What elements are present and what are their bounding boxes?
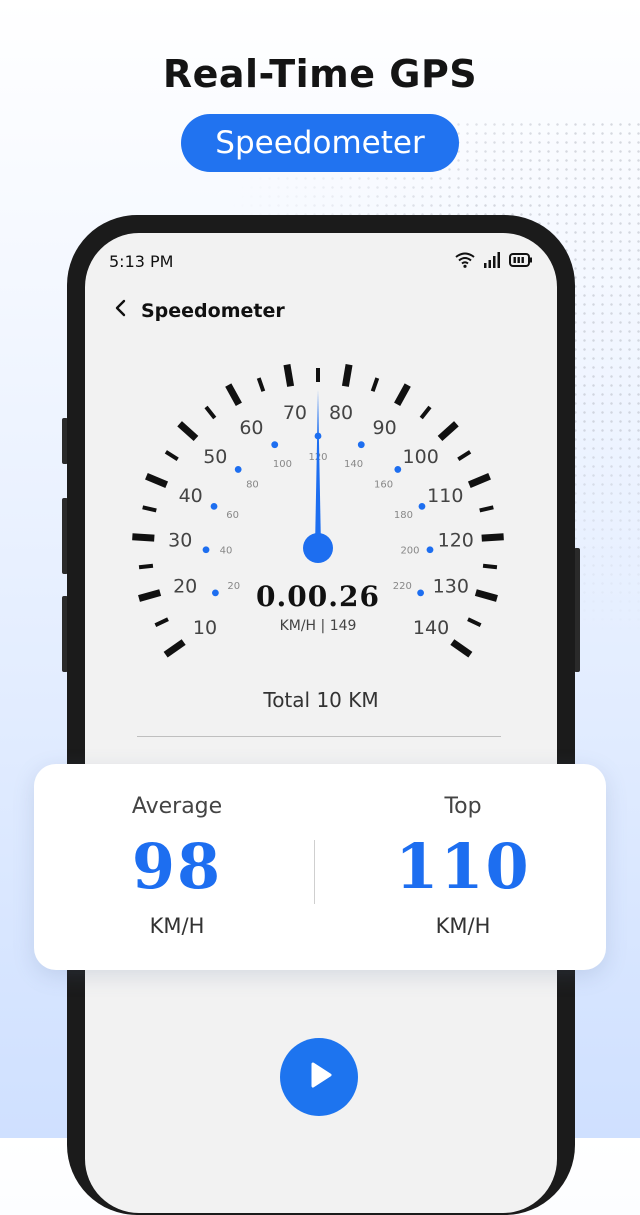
gauge-inner-dot (210, 502, 218, 510)
gauge-inner-label: 160 (374, 479, 393, 490)
gauge-inner-dot (417, 589, 425, 597)
gauge-outer-label: 100 (403, 446, 439, 468)
gauge-tick (394, 383, 411, 407)
gauge-tick (138, 563, 154, 570)
average-stat: Average 98 KM/H (34, 764, 320, 970)
speedometer-pill: Speedometer (181, 114, 459, 172)
gauge-tick (479, 505, 494, 513)
average-unit: KM/H (149, 914, 205, 938)
battery-icon (509, 252, 533, 272)
gauge-tick (177, 421, 199, 442)
gauge-tick (138, 589, 162, 602)
gauge-inner-label: 40 (220, 545, 233, 556)
average-label: Average (131, 794, 223, 819)
gauge-outer-label: 140 (413, 617, 449, 639)
gauge-inner-dot (394, 466, 402, 473)
gauge-tick (467, 473, 491, 488)
gauge-tick (457, 450, 472, 461)
gauge-outer-label: 50 (203, 446, 227, 468)
speedometer-gauge: 10203040506070 80901001101201301402040608… (132, 364, 504, 658)
gauge-tick (341, 364, 353, 387)
gauge-tick (132, 533, 155, 542)
gauge-inner-label: 20 (227, 581, 240, 592)
gauge-inner-dot (426, 546, 434, 554)
gauge-tick (163, 639, 186, 658)
divider (137, 736, 501, 737)
gauge-inner-label: 100 (273, 459, 292, 470)
gauge-inner-dot (211, 589, 219, 597)
stats-card: Average 98 KM/H Top 110 KM/H (34, 764, 606, 970)
gauge-tick (204, 405, 217, 420)
gauge-inner-dot (271, 441, 279, 449)
gauge-outer-label: 60 (239, 417, 263, 439)
gauge-tick (467, 617, 482, 627)
gauge-tick (154, 617, 169, 627)
gauge-inner-dot (418, 502, 426, 510)
play-icon (302, 1058, 336, 1096)
gauge-outer-label: 10 (193, 617, 217, 639)
gauge-unit-line: KM/H | 149 (280, 618, 357, 634)
total-distance: Total 10 KM (263, 688, 379, 712)
gauge-inner-dot (234, 466, 242, 473)
gauge-needle (315, 390, 321, 548)
gauge-inner-label: 60 (226, 510, 239, 521)
gauge-needle-hub (303, 533, 333, 563)
gauge-outer-label: 80 (329, 402, 353, 424)
wifi-icon (455, 252, 475, 272)
gauge-inner-label: 80 (246, 479, 259, 490)
chevron-left-icon[interactable] (115, 299, 127, 322)
gauge-inner-label: 200 (400, 545, 419, 556)
gauge-tick (482, 563, 498, 570)
signal-icon (483, 252, 501, 272)
gauge-outer-label: 120 (438, 530, 474, 552)
gauge-inner-label: 220 (393, 581, 412, 592)
gauge-inner-label: 140 (344, 459, 363, 470)
stats-separator (314, 840, 315, 904)
gauge-tick (145, 473, 169, 488)
gauge-outer-label: 40 (179, 485, 203, 507)
gauge-inner-dot (202, 546, 210, 554)
gauge-outer-label: 20 (173, 576, 197, 598)
gauge-tick (142, 505, 157, 513)
top-unit: KM/H (435, 914, 491, 938)
top-value: 110 (395, 830, 531, 903)
status-time: 5:13 PM (109, 252, 174, 271)
gauge-outer-label: 30 (168, 530, 192, 552)
gauge-tick (450, 639, 473, 658)
gauge-tick (437, 421, 459, 442)
play-button[interactable] (280, 1038, 358, 1116)
status-icons (455, 252, 533, 272)
top-label: Top (444, 794, 482, 819)
gauge-inner-label: 180 (394, 510, 413, 521)
gauge-outer-label: 110 (427, 485, 463, 507)
gauge-tick (283, 364, 295, 387)
top-nav: Speedometer (115, 299, 285, 322)
gauge-tick (164, 450, 179, 461)
top-stat: Top 110 KM/H (320, 764, 606, 970)
gauge-tick (419, 405, 432, 420)
gauge-tick (256, 377, 266, 392)
gauge-inner-dot (357, 441, 365, 449)
gauge-outer-label: 90 (372, 417, 396, 439)
nav-title: Speedometer (141, 299, 285, 322)
gauge-readout: 0.00.26 (256, 580, 380, 613)
headline: Real-Time GPS (162, 52, 478, 96)
gauge-tick (370, 377, 380, 392)
gauge-outer-label: 70 (283, 402, 307, 424)
gauge-tick (474, 589, 498, 602)
gauge-tick (481, 533, 504, 542)
gauge-outer-label: 130 (433, 576, 469, 598)
average-value: 98 (131, 830, 223, 903)
phone-screen: 5:13 PM Speedometer 10 20 30 40 50 60 70… (85, 233, 557, 1213)
gauge-tick (225, 383, 242, 407)
